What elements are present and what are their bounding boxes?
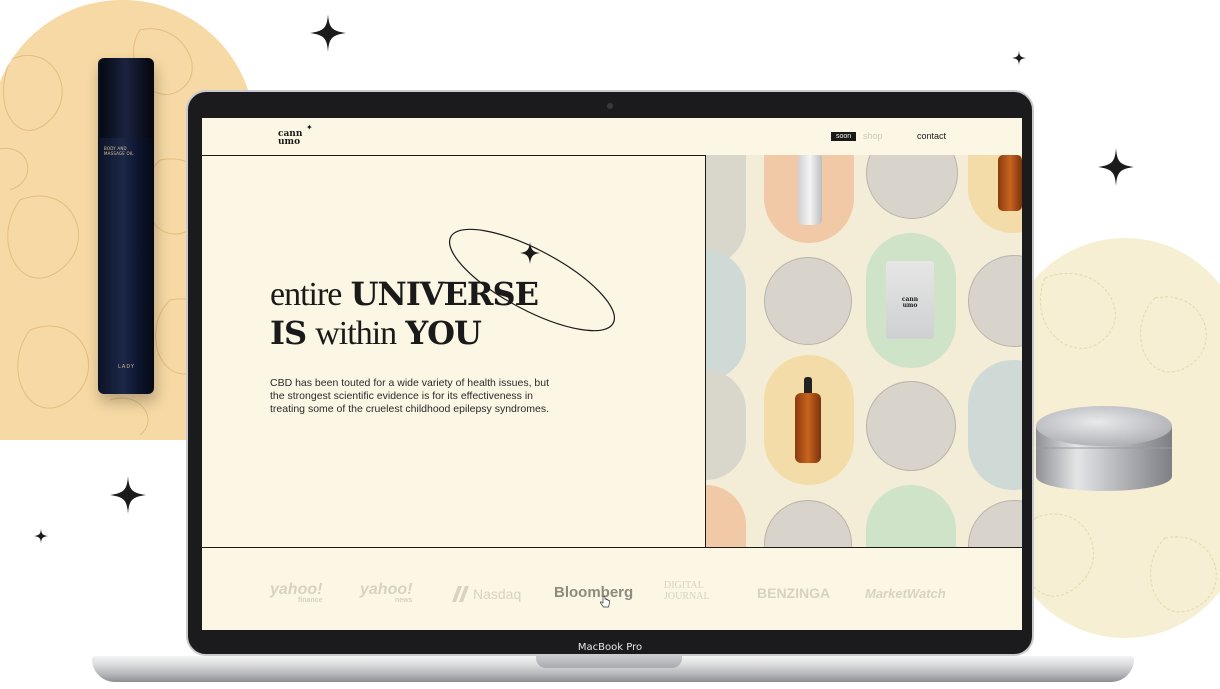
headline-is: IS — [270, 314, 307, 352]
headline-you: YOU — [405, 314, 482, 352]
nav-shop-link[interactable]: shop — [863, 131, 883, 141]
press-logo-yahoo-news[interactable]: yahoo! news — [360, 581, 413, 605]
laptop-notch — [536, 656, 682, 668]
gallery-tile — [968, 360, 1022, 490]
illustration-circle — [968, 255, 1022, 347]
press-logo-text: yahoo! — [360, 581, 413, 598]
device-label: MacBook Pro — [577, 642, 643, 653]
illustration-circle — [968, 500, 1022, 547]
press-logo-yahoo-finance[interactable]: yahoo! finance — [270, 581, 323, 605]
gallery-tile — [866, 485, 956, 547]
gallery-tile — [706, 370, 746, 480]
headline-entire: entire — [270, 276, 342, 313]
press-logo-subtext: JOURNAL — [664, 591, 710, 602]
webcam — [607, 103, 613, 109]
hand-cursor-icon — [600, 596, 610, 608]
product-tube — [798, 155, 822, 225]
press-logo-marketwatch[interactable]: MarketWatch — [865, 586, 946, 601]
nasdaq-icon — [452, 586, 469, 602]
headline-within: within — [315, 315, 397, 352]
gallery-tile — [706, 485, 746, 547]
press-logo-strip: yahoo! finance yahoo! news Nasdaq Bloomb… — [202, 548, 1022, 630]
press-logo-digital-journal[interactable]: DIGITAL JOURNAL — [664, 580, 710, 602]
sparkle-icon — [34, 528, 48, 544]
bottle-label-text: BODY AND MASSAGE OIL — [104, 146, 134, 156]
press-logo-subtext: finance — [297, 597, 323, 604]
press-logo-text: yahoo! — [270, 581, 323, 598]
gallery-tile — [706, 250, 746, 380]
bottle-cap — [100, 58, 152, 138]
site-header: cann umo ✦ soon shop contact — [202, 118, 1022, 156]
pouch-label-line-2: umo — [902, 302, 918, 309]
press-logo-subtext: news — [394, 597, 413, 604]
press-logo-bloomberg[interactable]: Bloomberg — [554, 584, 633, 601]
sparkle-icon — [1012, 50, 1026, 66]
gallery-tile — [706, 155, 746, 265]
press-logo-text: Nasdaq — [473, 586, 522, 602]
press-logo-nasdaq[interactable]: Nasdaq — [450, 586, 521, 602]
illustration-circle — [764, 257, 852, 345]
bottle-brand-text: LADY — [118, 364, 135, 370]
nav-contact-link[interactable]: contact — [917, 131, 946, 141]
product-gallery: cann umo — [706, 155, 1022, 547]
illustration-circle — [866, 381, 956, 471]
dropper-bottle-product — [998, 155, 1022, 211]
soon-badge: soon — [831, 132, 857, 141]
hero-headline: entire UNIVERSE IS within YOU — [270, 275, 539, 353]
site-logo[interactable]: cann umo — [278, 130, 302, 147]
illustration-circle — [866, 155, 958, 219]
press-logo-text: DIGITAL — [664, 580, 704, 591]
logo-star-icon: ✦ — [306, 123, 313, 132]
website-screen: cann umo ✦ soon shop contact entire UNIV… — [202, 118, 1022, 630]
press-logo-benzinga[interactable]: BENZINGA — [757, 585, 830, 601]
sparkle-icon — [1098, 148, 1134, 186]
illustration-circle — [764, 500, 852, 547]
metal-tin-product — [1036, 406, 1172, 491]
dropper-bottle-product — [795, 377, 821, 467]
sparkle-icon — [110, 476, 146, 514]
headline-universe: UNIVERSE — [350, 275, 539, 313]
product-pouch: cann umo — [886, 261, 934, 339]
hero-description: CBD has been touted for a wide variety o… — [270, 377, 549, 415]
logo-line-2: umo — [278, 137, 301, 147]
sparkle-icon — [310, 14, 346, 52]
